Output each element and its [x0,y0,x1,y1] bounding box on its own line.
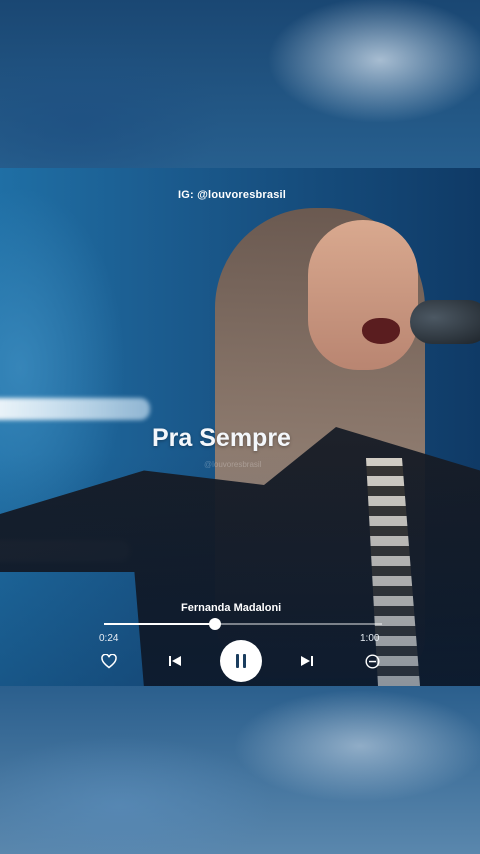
pause-icon [236,654,246,668]
progress-fill [104,623,216,625]
skip-next-icon [301,656,313,666]
watermark-text: @louvoresbrasil [204,460,262,469]
progress-bar[interactable] [104,618,382,630]
skip-previous-icon [169,656,181,666]
blurred-background-top [0,0,480,168]
music-player-card: IG: @louvoresbrasil Pra Sempre @louvores… [0,168,480,686]
next-track-button[interactable] [298,652,316,670]
previous-track-button[interactable] [166,652,184,670]
instagram-handle: IG: @louvoresbrasil [178,189,287,201]
minus-circle-icon [364,653,380,669]
remove-button[interactable] [363,652,381,670]
total-time: 1:00 [360,633,380,644]
artist-name: Fernanda Madaloni [181,602,282,614]
story-frame: IG: @louvoresbrasil Pra Sempre @louvores… [0,0,480,854]
elapsed-time: 0:24 [99,633,119,644]
heart-outline-icon [101,653,117,668]
song-title: Pra Sempre [152,424,291,452]
pause-button[interactable] [220,640,262,682]
blurred-background-bottom [0,686,480,854]
heart-icon[interactable] [100,652,118,670]
